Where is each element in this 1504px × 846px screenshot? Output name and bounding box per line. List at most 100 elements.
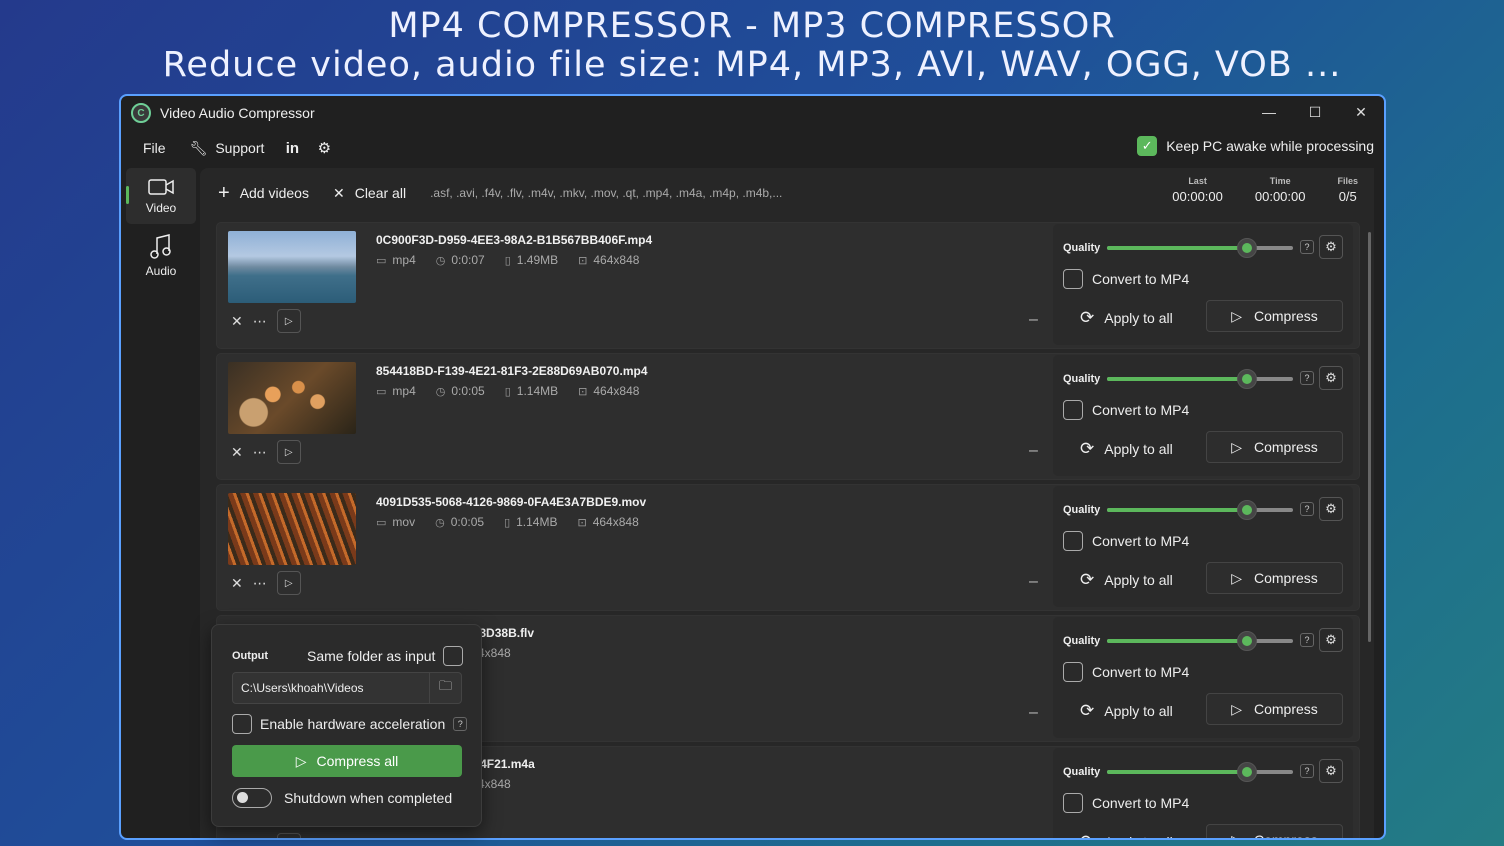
more-icon[interactable]: ⋯ [253, 575, 267, 592]
keep-awake-checkbox[interactable]: ✓ [1137, 136, 1158, 156]
quality-slider-thumb[interactable] [1236, 500, 1257, 520]
hw-accel-checkbox[interactable] [232, 714, 252, 734]
music-note-icon [150, 234, 171, 259]
quality-slider[interactable] [1107, 762, 1293, 782]
quality-slider[interactable] [1107, 631, 1293, 651]
output-path-field[interactable]: C:\Users\khoah\Videos [233, 681, 429, 695]
convert-option[interactable]: Convert to MP4 [1063, 662, 1189, 682]
apply-to-all-button[interactable]: ⟳ Apply to all [1080, 832, 1173, 838]
apply-to-all-button[interactable]: ⟳ Apply to all [1080, 701, 1173, 721]
gear-icon[interactable]: ⚙︎ [1319, 628, 1343, 652]
quality-help-icon[interactable]: ? [1300, 502, 1314, 516]
compress-button[interactable]: ▷ Compress [1206, 431, 1343, 463]
quality-slider[interactable] [1107, 369, 1293, 389]
nav-audio[interactable]: Audio [126, 228, 196, 284]
linkedin-icon: in [285, 139, 300, 157]
play-button[interactable]: ▷ [276, 571, 301, 595]
list-scrollbar[interactable] [1368, 232, 1371, 642]
play-button[interactable]: ▷ [276, 833, 301, 838]
keep-awake[interactable]: ✓ Keep PC awake while processing [1137, 136, 1374, 156]
shutdown-option[interactable]: Shutdown when completed [232, 788, 452, 808]
apply-to-all-button[interactable]: ⟳ Apply to all [1080, 439, 1173, 459]
quality-help-icon[interactable]: ? [1300, 371, 1314, 385]
convert-checkbox[interactable] [1063, 400, 1083, 420]
menu-support[interactable]: 🔧︎ Support [178, 134, 277, 163]
compress-button[interactable]: ▷ Compress [1206, 300, 1343, 332]
compress-all-label: Compress all [316, 753, 399, 769]
stat-time-key: Time [1269, 176, 1291, 186]
hw-help-icon[interactable]: ? [453, 717, 468, 731]
gear-icon[interactable]: ⚙︎ [1319, 366, 1343, 390]
convert-checkbox[interactable] [1063, 793, 1083, 813]
side-nav: Video Audio [126, 168, 196, 288]
convert-checkbox[interactable] [1063, 531, 1083, 551]
gear-icon[interactable]: ⚙︎ [1319, 759, 1343, 783]
convert-checkbox[interactable] [1063, 269, 1083, 289]
feedback-button[interactable]: ⚙︎ [308, 132, 340, 164]
quality-label: Quality [1063, 635, 1101, 647]
convert-option[interactable]: Convert to MP4 [1063, 531, 1189, 551]
maximize-button[interactable]: ☐ [1292, 96, 1338, 128]
more-icon[interactable]: ⋯ [253, 837, 267, 839]
compress-all-button[interactable]: ▷ Compress all [232, 745, 462, 777]
remove-icon[interactable]: ✕ [231, 575, 243, 592]
play-button[interactable]: ▷ [276, 309, 301, 333]
more-icon[interactable]: ⋯ [253, 313, 267, 330]
file-item: 0C900F3D-D959-4EE3-98A2-B1B567BB406F.mp4… [216, 222, 1360, 349]
quality-slider-thumb[interactable] [1236, 369, 1257, 389]
apply-to-all-button[interactable]: ⟳ Apply to all [1080, 570, 1173, 590]
compress-button[interactable]: ▷ Compress [1206, 562, 1343, 594]
file-format-value: mov [392, 515, 416, 529]
remove-icon[interactable]: ✕ [231, 444, 243, 461]
window-title: Video Audio Compressor [160, 105, 315, 121]
convert-option[interactable]: Convert to MP4 [1063, 793, 1189, 813]
add-videos-button[interactable]: + Add videos [218, 182, 309, 205]
file-duration: ◷ 0:0:07 [436, 253, 485, 267]
file-icon: ▯ [504, 385, 511, 398]
more-icon[interactable]: ⋯ [253, 444, 267, 461]
gear-icon[interactable]: ⚙︎ [1319, 235, 1343, 259]
play-icon: ▷ [1231, 438, 1242, 455]
row-controls: ✕ ⋯ ▷ [231, 309, 301, 333]
convert-option[interactable]: Convert to MP4 [1063, 400, 1189, 420]
quality-help-icon[interactable]: ? [1300, 240, 1314, 254]
x-icon: ✕ [332, 184, 345, 201]
hw-accel-option[interactable]: Enable hardware acceleration ? [232, 714, 468, 734]
convert-option[interactable]: Convert to MP4 [1063, 269, 1189, 289]
quality-help-icon[interactable]: ? [1300, 764, 1314, 778]
browse-folder-button[interactable]: 🗀︎ [429, 673, 461, 703]
remove-icon[interactable]: ✕ [231, 313, 243, 330]
file-duration: ◷ 0:0:05 [436, 384, 485, 398]
stat-last-key: Last [1188, 176, 1207, 186]
minimize-button[interactable]: — [1246, 96, 1292, 128]
banner-subtitle: Reduce video, audio file size: MP4, MP3,… [162, 45, 1342, 85]
quality-slider[interactable] [1107, 500, 1293, 520]
compress-button[interactable]: ▷ Compress [1206, 693, 1343, 725]
quality-help-icon[interactable]: ? [1300, 633, 1314, 647]
close-button[interactable]: ✕ [1338, 96, 1384, 128]
quality-slider[interactable] [1107, 238, 1293, 258]
play-icon: ▷ [1231, 569, 1242, 586]
quality-slider-thumb[interactable] [1236, 762, 1257, 782]
apply-to-all-button[interactable]: ⟳ Apply to all [1080, 308, 1173, 328]
file-size-value: 1.14MB [516, 515, 558, 529]
shutdown-toggle[interactable] [232, 788, 272, 808]
menu-file-label: File [143, 140, 166, 156]
menu-file[interactable]: File [131, 134, 178, 162]
menu-support-label: Support [215, 140, 265, 156]
file-meta: ▭ mp4 ◷ 0:0:07 ▯ 1.49MB ⊡ 464x848 [376, 253, 639, 267]
same-folder-option[interactable]: Same folder as input [307, 646, 464, 666]
clear-all-button[interactable]: ✕ Clear all [333, 185, 406, 202]
compress-button[interactable]: ▷ Compress [1206, 824, 1343, 838]
quality-slider-thumb[interactable] [1236, 238, 1257, 258]
play-button[interactable]: ▷ [276, 440, 301, 464]
file-size: ▯ 1.14MB [504, 515, 557, 529]
convert-checkbox[interactable] [1063, 662, 1083, 682]
nav-video[interactable]: Video [126, 168, 196, 224]
quality-slider-thumb[interactable] [1236, 631, 1257, 651]
gear-icon[interactable]: ⚙︎ [1319, 497, 1343, 521]
file-resolution: ⊡ 464x848 [577, 515, 638, 529]
remove-icon[interactable]: ✕ [231, 837, 243, 839]
linkedin-button[interactable]: in [276, 132, 308, 164]
same-folder-checkbox[interactable] [443, 646, 464, 666]
